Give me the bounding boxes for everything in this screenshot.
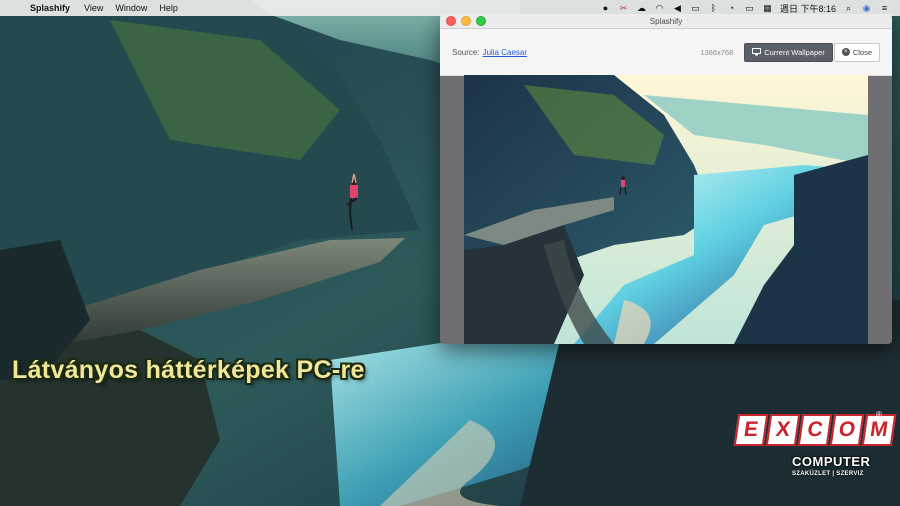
window-minimize-button[interactable] <box>461 16 471 26</box>
keyboard-icon[interactable]: ▦ <box>762 3 773 14</box>
bluetooth-icon[interactable]: ᛒ <box>708 3 719 14</box>
logo-letter: E <box>733 414 769 446</box>
monitor-icon <box>752 48 762 56</box>
traffic-lights <box>440 16 486 26</box>
logo-letter: O <box>829 414 865 446</box>
window-close-button[interactable] <box>446 16 456 26</box>
promo-headline: Látványos háttérképek PC-re <box>12 356 365 384</box>
splashify-window: Splashify Source: Julia Caesar 1366x768 … <box>440 14 892 344</box>
battery-icon[interactable]: ▭ <box>744 3 755 14</box>
registered-mark: ® <box>876 410 882 419</box>
window-toolbar: Source: Julia Caesar 1366x768 Current Wa… <box>440 29 892 76</box>
logo-letter: X <box>765 414 801 446</box>
evernote-icon[interactable]: ● <box>600 3 611 14</box>
window-zoom-button[interactable] <box>476 16 486 26</box>
airplay-icon[interactable]: ▭ <box>690 3 701 14</box>
logo-computer-text: COMPUTER <box>792 454 871 469</box>
window-titlebar[interactable]: Splashify <box>440 14 892 29</box>
menu-bar: Splashify View Window Help ● ✂ ☁ ◠ ◀ ▭ ᛒ… <box>0 0 900 16</box>
cloud-icon[interactable]: ☁ <box>636 3 647 14</box>
volume-icon[interactable]: ◀ <box>672 3 683 14</box>
resolution-label: 1366x768 <box>700 47 734 57</box>
close-label: Close <box>852 47 872 57</box>
menu-app-name[interactable]: Splashify <box>28 3 78 13</box>
menu-view[interactable]: View <box>78 3 109 13</box>
siri-icon[interactable]: ◉ <box>861 3 872 14</box>
menu-help[interactable]: Help <box>153 3 184 13</box>
close-button[interactable]: × Close <box>833 42 880 62</box>
scissors-icon[interactable]: ✂ <box>618 3 629 14</box>
source-label: Source: <box>452 47 480 57</box>
current-wallpaper-button[interactable]: Current Wallpaper <box>744 42 833 62</box>
wallpaper-preview <box>464 75 868 344</box>
source-author-link[interactable]: Julia Caesar <box>483 48 527 57</box>
logo-letter: C <box>797 414 833 446</box>
excom-wordmark: E X C O M <box>733 414 897 446</box>
wifi-icon[interactable]: ◠ <box>654 3 665 14</box>
menu-window[interactable]: Window <box>109 3 153 13</box>
menubar-clock[interactable]: 週日 下午8:16 <box>780 2 836 15</box>
window-title: Splashify <box>649 16 683 26</box>
spotlight-search-icon[interactable]: ⌕ <box>843 3 854 14</box>
excom-logo: E X C O M ® COMPUTER SZAKÜZLET | SZERVIZ <box>733 408 897 490</box>
close-icon: × <box>841 48 850 56</box>
logo-subtitle: SZAKÜZLET | SZERVIZ <box>792 471 864 477</box>
current-wallpaper-label: Current Wallpaper <box>764 47 825 57</box>
clock-icon[interactable]: ◔ <box>726 3 737 14</box>
status-area: ● ✂ ☁ ◠ ◀ ▭ ᛒ ◔ ▭ ▦ 週日 下午8:16 ⌕ ◉ ≡ <box>600 2 900 15</box>
notification-center-icon[interactable]: ≡ <box>879 3 890 14</box>
